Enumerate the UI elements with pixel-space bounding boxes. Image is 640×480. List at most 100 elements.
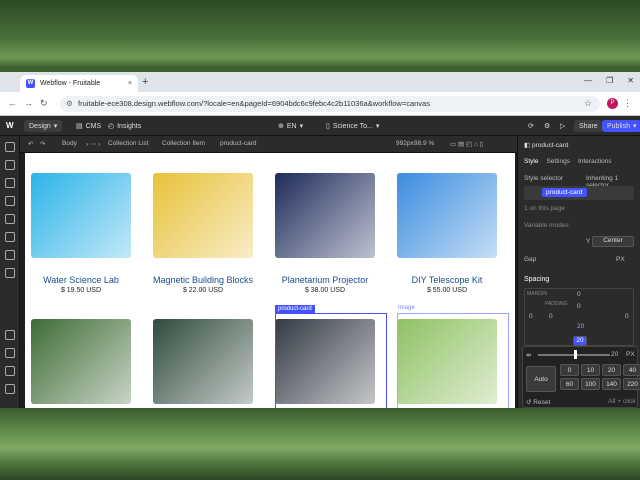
audit-icon[interactable]	[5, 348, 15, 358]
product-name[interactable]: Planetarium Projector	[269, 275, 381, 285]
product-image[interactable]	[153, 319, 253, 404]
share-button[interactable]: Share	[574, 120, 603, 132]
site-info-icon[interactable]: ⚙	[66, 96, 73, 112]
publish-label: Publish	[607, 122, 630, 130]
settings-icon[interactable]	[5, 330, 15, 340]
tab-interactions[interactable]: Interactions	[578, 158, 612, 165]
preview-icon[interactable]: ▷	[560, 120, 565, 132]
add-panel-icon[interactable]	[5, 142, 15, 152]
spacing-preset-button[interactable]: 0	[560, 364, 579, 376]
breakpoint-icons[interactable]: ▭ ▤ ◰ ⌂ ▯	[450, 140, 483, 148]
page-label: Science To...	[332, 122, 373, 130]
tab-style[interactable]: Style	[524, 158, 538, 165]
spacing-preset-button[interactable]: 10	[581, 364, 600, 376]
close-window-button[interactable]: ✕	[627, 76, 634, 85]
margin-right[interactable]: 0	[625, 313, 629, 320]
spacing-slider-handle[interactable]	[574, 350, 577, 359]
design-mode-button[interactable]: Design ▾	[24, 120, 63, 132]
profile-avatar[interactable]: P	[607, 98, 618, 109]
product-card[interactable]: Magnetic Building Blocks $ 22.00 USD	[147, 159, 259, 299]
product-card[interactable]	[25, 305, 137, 408]
tab-settings[interactable]: Settings	[546, 158, 570, 165]
product-card[interactable]	[147, 305, 259, 408]
spacing-presets: 0 10 20 40 60 100 140 220	[560, 364, 640, 390]
undo-icon[interactable]: ↶	[28, 140, 33, 148]
tab-webflow[interactable]: W Webflow - Fruitable ×	[20, 75, 138, 92]
help-icon[interactable]	[5, 366, 15, 376]
padding-bottom-active[interactable]: 20	[573, 336, 587, 346]
url-field[interactable]: ⚙ fruitable-ece308.design.webflow.com/?l…	[60, 96, 600, 112]
components-icon[interactable]	[5, 196, 15, 206]
variables-icon[interactable]	[5, 214, 15, 224]
product-image[interactable]	[31, 173, 131, 258]
product-card[interactable]: Planetarium Projector $ 38.00 USD	[269, 159, 381, 299]
spacing-preset-button[interactable]: 60	[560, 378, 579, 390]
new-tab-button[interactable]: +	[142, 76, 148, 88]
insights-button[interactable]: ◴ Insights	[108, 120, 141, 132]
style-selector-label: Style selector	[524, 175, 564, 182]
align-select[interactable]: Center	[592, 236, 634, 247]
selected-element-label: product-card	[531, 142, 569, 149]
url-text: fruitable-ece308.design.webflow.com/?loc…	[78, 99, 430, 108]
crumb-sep: › ⋯ ›	[86, 141, 101, 148]
padding-top[interactable]: 0	[577, 303, 581, 310]
reset-button[interactable]: ↺ Reset	[526, 398, 550, 406]
reload-icon[interactable]: ↻	[40, 98, 48, 109]
search-icon[interactable]	[5, 384, 15, 394]
product-name[interactable]: Water Science Lab	[25, 275, 137, 285]
apps-icon[interactable]	[5, 268, 15, 278]
close-tab-icon[interactable]: ×	[128, 80, 132, 87]
history-icon[interactable]: ⟳	[528, 120, 534, 132]
product-image[interactable]	[153, 173, 253, 258]
product-name[interactable]: DIY Telescope Kit	[391, 275, 503, 285]
spacing-unit[interactable]: PX	[626, 351, 635, 358]
maximize-button[interactable]: ❐	[606, 76, 613, 85]
locale-label: EN	[286, 122, 297, 130]
padding-left[interactable]: 0	[549, 313, 553, 320]
spacing-preset-button[interactable]: 40	[623, 364, 640, 376]
product-name[interactable]: Magnetic Building Blocks	[147, 275, 259, 285]
spacing-preset-button[interactable]: 100	[581, 378, 600, 390]
crumb-body[interactable]: Body	[62, 140, 77, 147]
product-image[interactable]	[275, 173, 375, 258]
product-card[interactable]: DIY Telescope Kit $ 55.00 USD	[391, 159, 503, 299]
crumb-product-card[interactable]: product-card	[220, 140, 257, 147]
selector-pill[interactable]: product-card	[542, 188, 587, 197]
back-icon[interactable]: ←	[8, 98, 17, 108]
product-image[interactable]	[397, 173, 497, 258]
assets-icon[interactable]	[5, 250, 15, 260]
spacing-preset-button[interactable]: 20	[602, 364, 621, 376]
canvas-width: 992px	[396, 140, 414, 147]
margin-left[interactable]: 0	[529, 313, 533, 320]
product-image[interactable]	[31, 319, 131, 404]
locale-dropdown[interactable]: ⊕ EN ▾	[278, 120, 303, 132]
spacing-preset-button[interactable]: 220	[623, 378, 640, 390]
publish-button[interactable]: Publish ▾	[602, 120, 640, 132]
pages-icon[interactable]	[5, 160, 15, 170]
cms-button[interactable]: ▤ CMS	[76, 120, 101, 132]
navigator-icon[interactable]	[5, 178, 15, 188]
crumb-collection-list[interactable]: Collection List	[108, 140, 148, 147]
browser-menu-icon[interactable]: ⋮	[623, 98, 632, 109]
padding-bottom[interactable]: 20	[577, 323, 584, 330]
gap-unit[interactable]: PX	[616, 256, 625, 263]
margin-top[interactable]: 0	[577, 291, 581, 298]
bookmark-star-icon[interactable]: ☆	[584, 98, 592, 109]
spacing-preset-button[interactable]: 140	[602, 378, 621, 390]
forward-icon[interactable]: →	[24, 98, 33, 108]
minimize-button[interactable]: —	[584, 76, 592, 85]
alt-click-hint: Alt + click	[608, 398, 636, 405]
product-card[interactable]: Water Science Lab $ 19.50 USD	[25, 159, 137, 299]
page-dropdown[interactable]: ▯ Science To... ▾	[326, 120, 379, 132]
styles-icon[interactable]	[5, 232, 15, 242]
product-price: $ 19.50 USD	[60, 287, 102, 294]
spacing-value[interactable]: 20	[611, 351, 618, 358]
design-canvas[interactable]: Water Science Lab $ 19.50 USD Magnetic Bui…	[25, 153, 515, 408]
webflow-logo-icon[interactable]: W	[6, 121, 14, 130]
redo-icon[interactable]: ↷	[40, 140, 45, 148]
product-price: $ 55.00 USD	[426, 287, 468, 294]
auto-button[interactable]: Auto	[526, 366, 556, 392]
crumb-collection-item[interactable]: Collection Item	[162, 140, 205, 147]
settings-icon[interactable]: ⚙	[544, 120, 550, 132]
canvas-zoom[interactable]: 98.9 %	[414, 140, 434, 147]
